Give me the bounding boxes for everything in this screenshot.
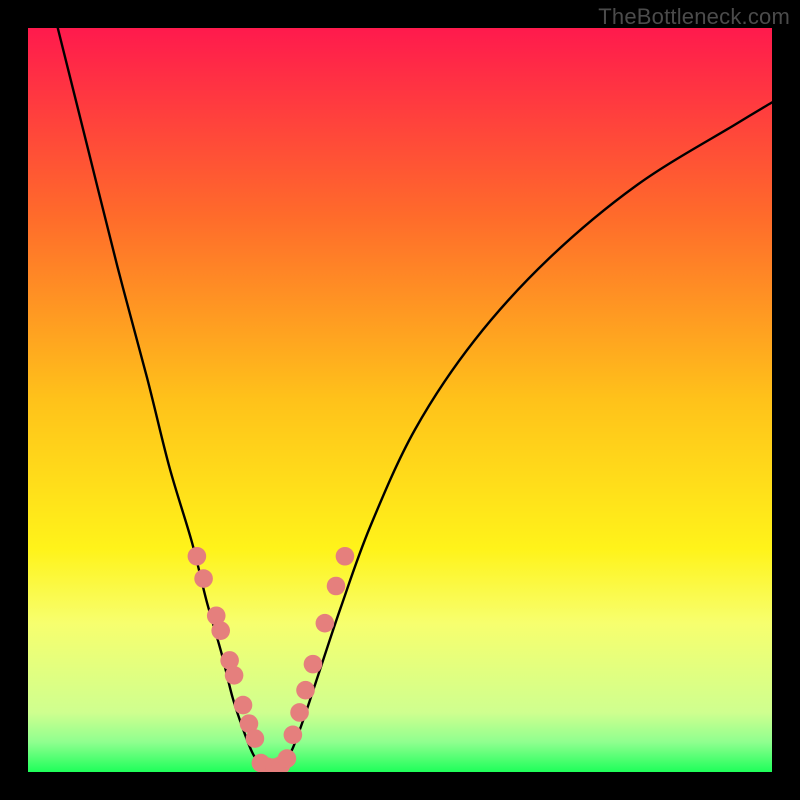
marker-left [188,547,207,566]
marker-left [234,696,253,715]
marker-right [284,726,303,745]
marker-left [246,729,265,748]
marker-right [304,655,323,674]
marker-right [327,577,346,596]
marker-left [225,666,244,685]
marker-right [290,703,309,722]
plot-area [28,28,772,772]
marker-right [316,614,335,633]
bottleneck-chart [28,28,772,772]
marker-left [194,569,213,588]
marker-left [211,621,230,640]
marker-floor [278,749,297,768]
watermark-text: TheBottleneck.com [598,4,790,30]
marker-right [336,547,355,566]
gradient-background [28,28,772,772]
chart-frame: TheBottleneck.com [0,0,800,800]
marker-right [296,681,315,700]
